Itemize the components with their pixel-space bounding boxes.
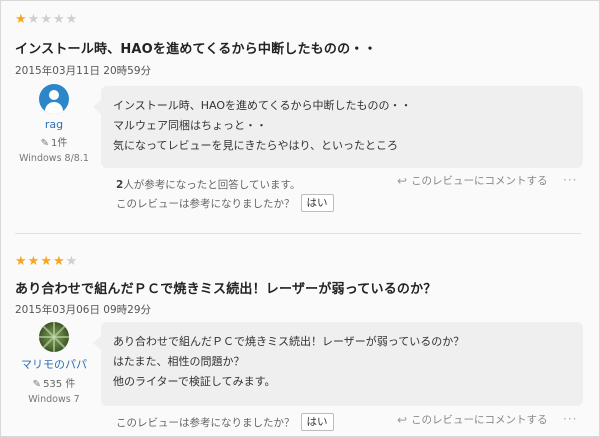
star-icon: ★ xyxy=(27,254,40,269)
star-rating: ★ ★ ★ ★ ★ xyxy=(15,255,77,268)
star-icon: ★ xyxy=(15,12,27,27)
star-icon: ★ xyxy=(65,254,78,269)
review-count: ✎ 1件 xyxy=(11,134,97,149)
pen-icon: ✎ xyxy=(32,379,42,390)
review-body-line: インストール時、HAOを進めてくるから中断したものの・・ xyxy=(113,99,412,112)
star-icon: ★ xyxy=(15,254,27,269)
star-icon: ★ xyxy=(65,12,78,27)
helpful-question: このレビューは参考になりましたか？ はい xyxy=(116,413,334,431)
review-body-line: 他のライターで検証してみます。 xyxy=(113,375,276,388)
review-count-value: 1件 xyxy=(51,138,68,149)
pen-icon: ✎ xyxy=(40,138,49,149)
reviewer-info: マリモのパパ ✎ 535 件 Windows 7 xyxy=(11,322,97,405)
helpful-question-text: このレビューは参考になりましたか？ xyxy=(116,197,295,210)
reviewer-os: Windows 8/8.1 xyxy=(19,153,89,164)
comment-link[interactable]: ↩ このレビューにコメントする xyxy=(397,173,548,188)
helpful-summary: 2人が参考になったと回答しています。 xyxy=(116,177,300,192)
avatar[interactable] xyxy=(39,322,69,352)
star-rating: ★ ★ ★ ★ ★ xyxy=(15,13,77,26)
helpful-yes-button[interactable]: はい xyxy=(300,194,334,212)
review-item: ★ ★ ★ ★ ★ インストール時、HAOを進めてくるから中断したものの・・ 2… xyxy=(1,1,600,231)
review-date: 2015年03月06日 09時29分 xyxy=(15,304,152,316)
review-body-line: はたまた、相性の問題か？ xyxy=(113,355,245,368)
star-icon: ★ xyxy=(52,254,65,269)
comment-link[interactable]: ↩ このレビューにコメントする xyxy=(397,412,548,427)
review-date: 2015年03月11日 20時59分 xyxy=(15,65,152,77)
review-body-line: マルウェア同梱はちょっと・・ xyxy=(113,119,267,132)
more-icon[interactable]: ··· xyxy=(563,412,577,426)
review-count-value: 535 件 xyxy=(43,379,76,390)
star-icon: ★ xyxy=(27,12,40,27)
reply-icon: ↩ xyxy=(397,173,408,188)
review-list: ★ ★ ★ ★ ★ インストール時、HAOを進めてくるから中断したものの・・ 2… xyxy=(0,0,600,437)
review-divider xyxy=(15,233,581,234)
review-body-line: 気になってレビューを見にきたらやはり、といったところ xyxy=(113,139,399,152)
review-title[interactable]: あり合わせで組んだＰＣで焼きミス続出！レーザーが弱っているのか？ xyxy=(15,278,437,297)
avatar[interactable] xyxy=(39,84,69,114)
helpful-yes-button[interactable]: はい xyxy=(300,413,334,431)
comment-label: このレビューにコメントする xyxy=(411,414,548,426)
reply-icon: ↩ xyxy=(397,412,408,427)
reviewer-name[interactable]: rag xyxy=(11,118,97,131)
comment-label: このレビューにコメントする xyxy=(411,175,548,187)
helpful-question-text: このレビューは参考になりましたか？ xyxy=(116,416,295,429)
reviewer-name[interactable]: マリモのパパ xyxy=(11,356,97,372)
star-icon: ★ xyxy=(40,254,52,269)
review-body: インストール時、HAOを進めてくるから中断したものの・・ マルウェア同梱はちょっ… xyxy=(93,86,583,168)
review-count: ✎ 535 件 xyxy=(11,375,97,390)
more-icon[interactable]: ··· xyxy=(563,173,577,187)
review-body-line: あり合わせで組んだＰＣで焼きミス続出！レーザーが弱っているのか？ xyxy=(113,335,465,348)
reviewer-os: Windows 7 xyxy=(28,394,80,405)
star-icon: ★ xyxy=(40,12,52,27)
review-body: あり合わせで組んだＰＣで焼きミス続出！レーザーが弱っているのか？ はたまた、相性… xyxy=(93,322,583,406)
review-title[interactable]: インストール時、HAOを進めてくるから中断したものの・・ xyxy=(15,38,377,57)
review-item: ★ ★ ★ ★ ★ あり合わせで組んだＰＣで焼きミス続出！レーザーが弱っているの… xyxy=(1,245,600,437)
helpful-text: 人が参考になったと回答しています。 xyxy=(123,179,301,191)
helpful-question: このレビューは参考になりましたか？ はい xyxy=(116,194,334,212)
star-icon: ★ xyxy=(52,12,65,27)
reviewer-info: rag ✎ 1件 Windows 8/8.1 xyxy=(11,84,97,164)
